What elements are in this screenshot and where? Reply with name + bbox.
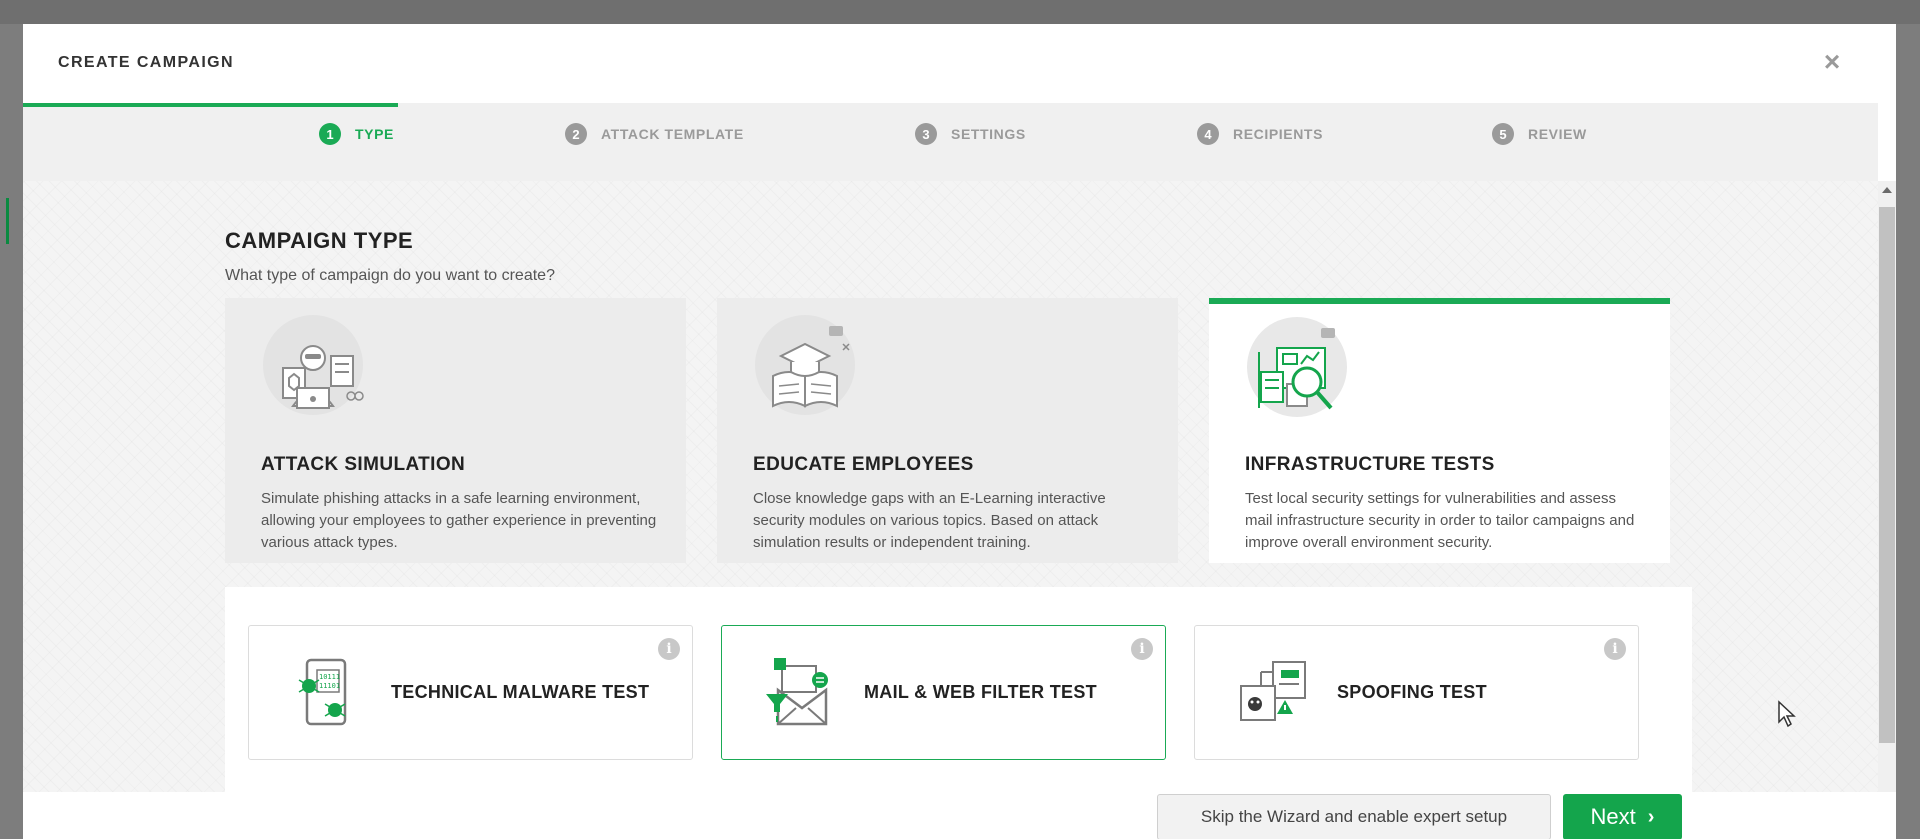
svg-text:10111: 10111	[319, 673, 340, 681]
card-title: ATTACK SIMULATION	[261, 454, 466, 475]
backdrop-nav-accent	[6, 198, 9, 244]
next-button[interactable]: Next ›	[1563, 794, 1682, 839]
magnifier-analysis-icon	[1247, 317, 1347, 417]
card-description: Test local security settings for vulnera…	[1245, 490, 1635, 551]
graduation-book-icon	[755, 315, 855, 415]
wizard-steps: 1 TYPE 2 ATTACK TEMPLATE 3 SETTINGS 4 RE…	[23, 103, 1878, 181]
step-number: 3	[915, 123, 937, 145]
backdrop-top-bar	[0, 0, 1920, 24]
next-button-label: Next	[1590, 804, 1636, 829]
chevron-right-icon: ›	[1647, 805, 1655, 828]
subtype-spoofing-test[interactable]: SPOOFING TEST i	[1194, 625, 1639, 760]
card-description: Close knowledge gaps with an E-Learning …	[753, 490, 1106, 551]
step-label: TYPE	[355, 126, 394, 142]
card-title: EDUCATE EMPLOYEES	[753, 454, 974, 475]
step-attack-template[interactable]: 2 ATTACK TEMPLATE	[565, 123, 744, 145]
modal-footer: Skip the Wizard and enable expert setup …	[23, 792, 1896, 839]
section-subtitle: What type of campaign do you want to cre…	[225, 267, 555, 284]
mail-filter-icon	[766, 658, 828, 726]
card-educate-employees[interactable]: EDUCATE EMPLOYEES Close knowledge gaps w…	[717, 298, 1178, 563]
vertical-scrollbar[interactable]	[1878, 181, 1896, 792]
close-icon[interactable]: ×	[1818, 48, 1846, 76]
step-number: 1	[319, 123, 341, 145]
step-review[interactable]: 5 REVIEW	[1492, 123, 1587, 145]
step-number: 2	[565, 123, 587, 145]
step-type[interactable]: 1 TYPE	[319, 123, 394, 145]
create-campaign-modal: CREATE CAMPAIGN × 1 TYPE 2 ATTACK TEMPLA…	[23, 24, 1896, 839]
subtype-title: TECHNICAL MALWARE TEST	[391, 682, 650, 702]
info-icon[interactable]: i	[1131, 638, 1153, 660]
step-settings[interactable]: 3 SETTINGS	[915, 123, 1026, 145]
info-icon[interactable]: i	[1604, 638, 1626, 660]
step-number: 5	[1492, 123, 1514, 145]
mouse-cursor-icon	[1778, 700, 1796, 728]
skip-wizard-button[interactable]: Skip the Wizard and enable expert setup	[1157, 794, 1551, 839]
section-title: CAMPAIGN TYPE	[225, 228, 414, 253]
step-label: SETTINGS	[951, 126, 1026, 142]
card-description: Simulate phishing attacks in a safe lear…	[261, 490, 657, 551]
subtype-title: MAIL & WEB FILTER TEST	[864, 682, 1097, 702]
card-infrastructure-tests[interactable]: INFRASTRUCTURE TESTS Test local security…	[1209, 298, 1670, 563]
spoofing-icon	[1240, 661, 1306, 721]
infrastructure-test-types: 10111 11101 TECHNICAL MALWARE TEST i MAI…	[225, 587, 1692, 792]
scroll-up-arrow-icon[interactable]	[1882, 187, 1892, 193]
step-label: RECIPIENTS	[1233, 126, 1324, 142]
subtype-mail-web-filter-test[interactable]: MAIL & WEB FILTER TEST i	[721, 625, 1166, 760]
modal-title: CREATE CAMPAIGN	[58, 54, 234, 71]
step-progress-bar	[23, 103, 398, 107]
subtype-technical-malware-test[interactable]: 10111 11101 TECHNICAL MALWARE TEST i	[248, 625, 693, 760]
step-number: 4	[1197, 123, 1219, 145]
hacker-icon	[263, 315, 364, 415]
malware-phone-icon: 10111 11101	[298, 658, 347, 726]
subtype-title: SPOOFING TEST	[1337, 682, 1487, 702]
card-attack-simulation[interactable]: ATTACK SIMULATION Simulate phishing atta…	[225, 298, 686, 563]
modal-header: CREATE CAMPAIGN ×	[23, 24, 1896, 103]
card-title: INFRASTRUCTURE TESTS	[1245, 454, 1495, 475]
step-label: REVIEW	[1528, 126, 1587, 142]
step-label: ATTACK TEMPLATE	[601, 126, 744, 142]
campaign-type-content: CAMPAIGN TYPE What type of campaign do y…	[23, 181, 1878, 792]
step-recipients[interactable]: 4 RECIPIENTS	[1197, 123, 1323, 145]
scroll-thumb[interactable]	[1879, 207, 1895, 743]
info-icon[interactable]: i	[658, 638, 680, 660]
svg-text:11101: 11101	[319, 682, 340, 690]
